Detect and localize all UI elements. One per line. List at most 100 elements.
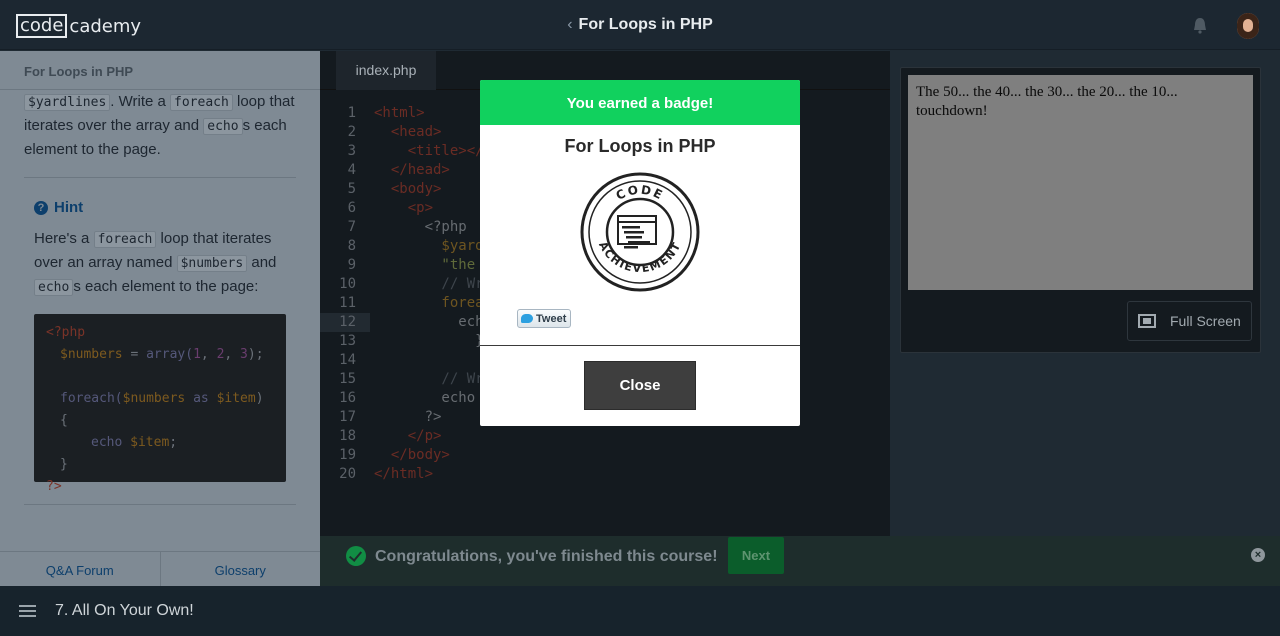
code-token: } (374, 333, 484, 349)
code-echo: echo (203, 118, 243, 135)
line-number: 1 (347, 105, 356, 121)
line-code: </body> (374, 446, 450, 465)
code-token: $numbers (60, 347, 123, 362)
code-token: <title></ (374, 143, 484, 159)
line-number: 2 (347, 124, 356, 140)
code-echo-hint: echo (34, 279, 74, 296)
code-token: echo (374, 314, 493, 330)
editor-line[interactable]: 18 </p> (320, 427, 890, 446)
code-token: // Wr (374, 276, 484, 292)
tweet-label: Tweet (536, 312, 567, 325)
code-token: foreach( (60, 391, 123, 406)
code-token: $yard (374, 238, 484, 254)
editor-line[interactable]: 19 </body> (320, 446, 890, 465)
hamburger-menu-icon[interactable] (19, 605, 36, 617)
code-token: <html> (374, 105, 425, 121)
code-token: $item (216, 391, 256, 406)
full-screen-button[interactable]: Full Screen (1127, 301, 1252, 341)
line-code: <head> (374, 123, 442, 142)
line-code: // Wr (374, 275, 484, 294)
close-button[interactable]: Close (584, 361, 696, 410)
code-line: <?php (46, 325, 86, 340)
code-token: ; (169, 435, 178, 450)
line-number: 15 (339, 371, 356, 387)
full-screen-label: Full Screen (1170, 313, 1241, 329)
line-code: </html> (374, 465, 433, 484)
lesson-title[interactable]: 7. All On Your Own! (55, 602, 194, 620)
line-code: <p> (374, 199, 433, 218)
code-token: , (200, 347, 217, 362)
editor-line[interactable]: 20 </html> (320, 465, 890, 484)
course-title-nav[interactable]: ‹ For Loops in PHP (0, 16, 1280, 34)
badge-modal: You earned a badge! For Loops in PHP COD… (480, 80, 800, 426)
line-number: 6 (347, 200, 356, 216)
twitter-bird-icon (521, 314, 533, 323)
output-preview: The 50... the 40... the 30... the 20... … (908, 75, 1253, 290)
code-token: , (224, 347, 241, 362)
instruction-text: $yardlines. Write a foreach loop that it… (24, 90, 296, 161)
line-number: 12 (339, 314, 356, 330)
code-token: </html> (374, 466, 434, 482)
line-code: } (374, 332, 484, 351)
lesson-panel-header: For Loops in PHP (0, 51, 320, 90)
line-number: 7 (347, 219, 356, 235)
code-foreach-hint: foreach (93, 231, 157, 248)
code-token: "the (374, 257, 484, 273)
code-token: 1 (193, 347, 201, 362)
lesson-panel-links: Q&A Forum Glossary (0, 551, 320, 586)
user-avatar[interactable] (1237, 13, 1259, 39)
hint-text-3: and (247, 254, 277, 271)
line-code: </head> (374, 161, 450, 180)
code-token: </p> (374, 428, 442, 444)
code-token: echo (91, 435, 131, 450)
code-token: <head> (374, 124, 442, 140)
hint-toggle[interactable]: ? Hint (34, 196, 296, 219)
line-code: </p> (374, 427, 442, 446)
line-code: <?php (374, 218, 467, 237)
completion-message: Congratulations, you've finished this co… (375, 548, 718, 565)
instruction-text-1: . Write a (110, 93, 171, 110)
hint-label: Hint (54, 199, 84, 216)
bell-icon[interactable] (1192, 17, 1208, 34)
line-code: "the (374, 256, 484, 275)
line-number: 18 (339, 428, 356, 444)
code-token: $numbers (122, 391, 186, 406)
modal-header: You earned a badge! (480, 80, 800, 125)
hint-text-1: Here's a (34, 230, 94, 247)
top-nav-bar: code cademy ‹ For Loops in PHP (0, 0, 1280, 50)
line-number: 10 (339, 276, 356, 292)
tweet-button[interactable]: Tweet (517, 309, 571, 328)
code-token: as (185, 391, 217, 406)
line-number: 11 (339, 295, 356, 311)
tab-index-php[interactable]: index.php (336, 51, 436, 90)
line-code: ?> (374, 408, 442, 427)
code-token: echo (374, 390, 484, 406)
course-status-bar: Congratulations, you've finished this co… (320, 536, 1280, 586)
line-number: 8 (347, 238, 356, 254)
code-numbers-hint: $numbers (176, 255, 248, 272)
line-number: 3 (347, 143, 356, 159)
line-number: 4 (347, 162, 356, 178)
course-title: For Loops in PHP (578, 16, 713, 33)
line-code: <body> (374, 180, 442, 199)
qa-forum-link[interactable]: Q&A Forum (0, 552, 161, 586)
lesson-instructions: $yardlines. Write a foreach loop that it… (24, 90, 296, 299)
glossary-link[interactable]: Glossary (161, 552, 321, 586)
close-icon[interactable]: × (1251, 548, 1265, 562)
code-token: </head> (374, 162, 450, 178)
code-token: forea (374, 295, 484, 311)
question-icon: ? (34, 200, 48, 215)
line-code: <html> (374, 104, 425, 123)
line-number: 19 (339, 447, 356, 463)
line-number: 14 (339, 352, 356, 368)
line-number: 9 (347, 257, 356, 273)
code-token: } (60, 457, 68, 472)
next-button[interactable]: Next (728, 537, 784, 574)
lesson-panel: For Loops in PHP $yardlines. Write a for… (0, 51, 320, 586)
line-code: echo (374, 313, 492, 332)
code-token: <?php (374, 219, 467, 235)
modal-title: For Loops in PHP (564, 136, 716, 156)
line-number: 5 (347, 181, 356, 197)
code-yardlines: $yardlines (24, 94, 111, 111)
code-token: = (122, 347, 147, 362)
